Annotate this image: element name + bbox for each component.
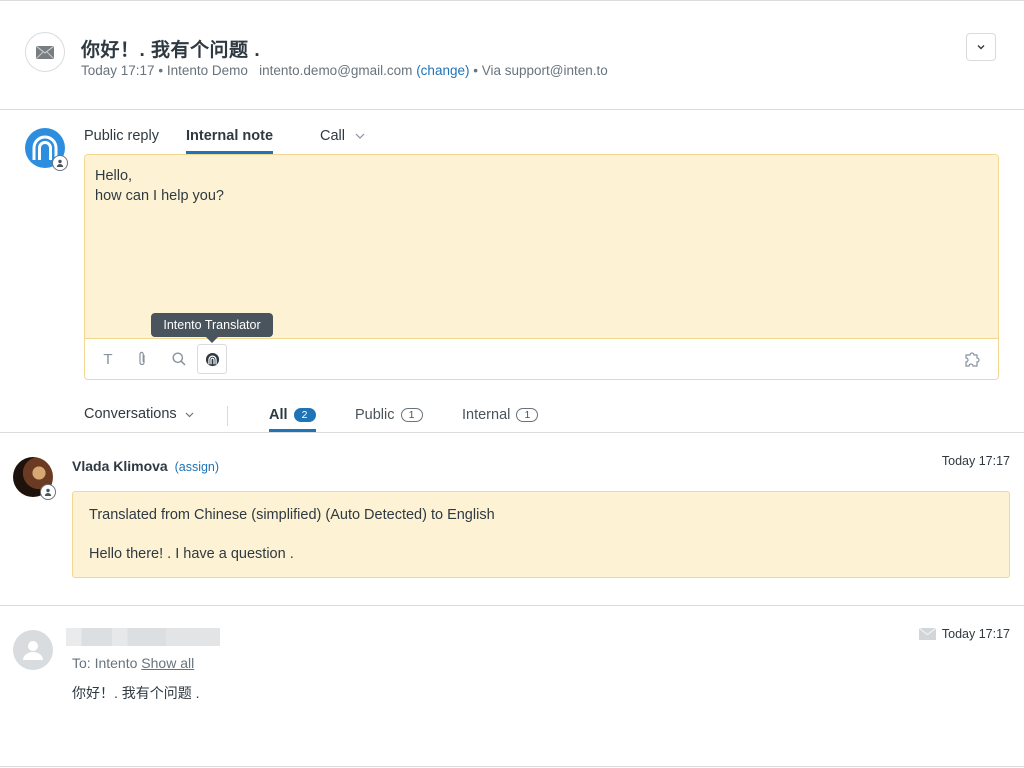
envelope-icon (36, 45, 54, 59)
requester-name: Intento Demo (166, 63, 248, 78)
channel-avatar (25, 32, 65, 72)
ticket-meta: Today 17:17 • Intento Demo intento.demo@… (81, 63, 608, 78)
message-time: Today 17:17 (942, 454, 1010, 468)
translated-text: Hello there! . I have a question . (89, 546, 294, 562)
message-body: 你好！. 我有个问题 . (72, 685, 200, 701)
conversation-item-internal-note: Vlada Klimova (assign) Today 17:17 Trans… (0, 434, 1024, 606)
filter-tab-label: All (269, 407, 288, 423)
person-icon (56, 159, 64, 167)
search-button[interactable] (164, 344, 194, 374)
author-name[interactable]: Vlada Klimova (72, 458, 168, 474)
agent-role-badge (40, 484, 56, 500)
via-channel: Via support@inten.to (481, 63, 608, 78)
requester-email: intento.demo@gmail.com (259, 63, 413, 78)
change-requester-link[interactable]: (change) (416, 63, 469, 78)
internal-note-content: Translated from Chinese (simplified) (Au… (72, 491, 1010, 578)
filter-tab-label: Public (355, 407, 395, 423)
intento-translator-icon (205, 352, 219, 366)
chevron-down-icon (185, 412, 194, 418)
filter-tab-label: Internal (462, 407, 511, 423)
ticket-header: 你好！. 我有个问题 . Today 17:17 • Intento Demo … (0, 1, 1024, 110)
conversations-dropdown[interactable]: Conversations (84, 406, 194, 422)
tab-call-label: Call (320, 128, 345, 144)
intento-translator-tooltip: Intento Translator (151, 313, 273, 343)
meta-separator: • (158, 63, 164, 78)
recipients-line: To: Intento Show all (72, 655, 194, 671)
internal-note-editor[interactable]: Hello, how can I help you? T (84, 154, 999, 380)
recipients-text: To: Intento (72, 655, 138, 671)
tab-public-reply[interactable]: Public reply (84, 128, 159, 144)
ticket-subject: 你好！. 我有个问题 . (81, 40, 261, 61)
puzzle-piece-icon (965, 351, 980, 367)
filter-tab-public[interactable]: Public 1 (355, 407, 423, 423)
paperclip-icon (139, 351, 145, 366)
person-icon (23, 641, 43, 660)
filter-divider (227, 406, 228, 426)
conversation-filter-bar: Conversations All 2 Public 1 Internal 1 (0, 400, 1024, 433)
tab-call[interactable]: Call (320, 128, 365, 144)
chevron-down-icon (355, 133, 365, 139)
show-all-recipients-link[interactable]: Show all (141, 655, 194, 671)
count-badge: 1 (400, 408, 423, 422)
assign-link[interactable]: (assign) (175, 460, 219, 474)
editor-toolbar: T (85, 339, 998, 379)
apps-button[interactable] (959, 344, 989, 374)
meta-separator: • (473, 63, 478, 78)
message-author: Vlada Klimova (assign) (72, 458, 219, 474)
requester-avatar (13, 630, 53, 670)
chevron-down-icon (977, 45, 985, 50)
conversation-item-email: Today 17:17 To: Intento Show all 你好！. 我有… (0, 607, 1024, 767)
redacted-author-name (66, 628, 220, 646)
tab-internal-note[interactable]: Internal note (186, 128, 274, 154)
attach-button[interactable] (127, 344, 157, 374)
agent-role-badge (52, 155, 68, 171)
message-timestamp: Today 17:17 (941, 454, 1010, 468)
search-icon (172, 352, 186, 366)
ticket-options-button[interactable] (966, 33, 996, 61)
text-format-button[interactable]: T (93, 344, 123, 374)
message-timestamp: Today 17:17 (941, 627, 1010, 641)
envelope-icon (918, 628, 936, 640)
translation-header: Translated from Chinese (simplified) (Au… (89, 507, 495, 523)
count-badge: 1 (516, 408, 539, 422)
conversations-dropdown-label: Conversations (84, 406, 177, 422)
message-time: Today 17:17 (918, 627, 1010, 641)
person-icon (44, 488, 52, 496)
ticket-time: Today 17:17 (81, 63, 155, 78)
intento-translator-button[interactable] (197, 344, 227, 374)
editor-line: how can I help you? (95, 188, 224, 204)
editor-line: Hello, (95, 168, 133, 184)
count-badge: 2 (293, 408, 316, 422)
text-format-icon: T (103, 350, 113, 368)
editor-text-area[interactable]: Hello, how can I help you? (85, 155, 998, 339)
filter-tab-all[interactable]: All 2 (269, 407, 316, 432)
filter-tab-internal[interactable]: Internal 1 (462, 407, 539, 423)
